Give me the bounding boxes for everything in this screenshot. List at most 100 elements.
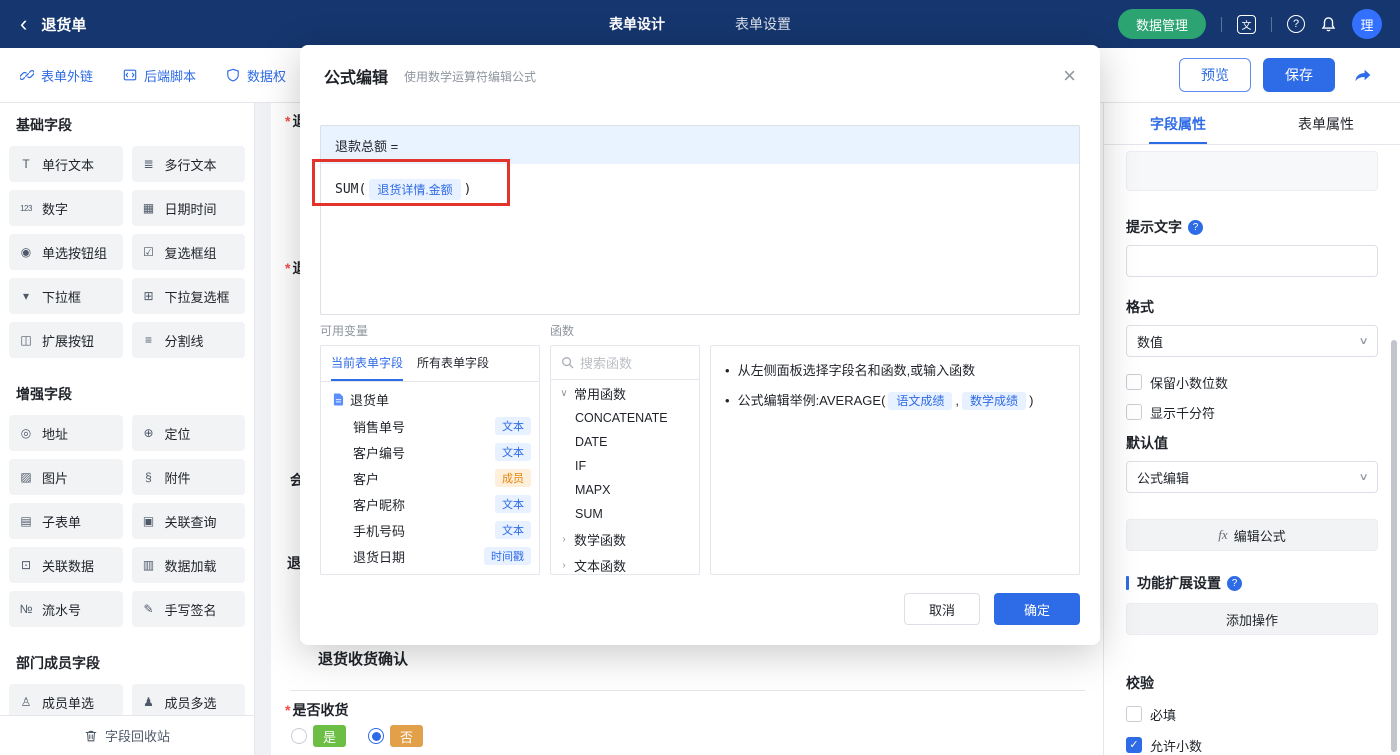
field-serial-number[interactable]: № 流水号 [9, 591, 123, 627]
function-group-common[interactable]: ∨ 常用函数 [551, 380, 699, 406]
option-no-tag[interactable]: 否 [390, 725, 424, 747]
confirm-button[interactable]: 确定 [994, 593, 1080, 625]
edit-formula-button[interactable]: fx 编辑公式 [1126, 519, 1378, 551]
data-load-icon: ▥ [142, 558, 155, 572]
variable-row[interactable]: 客户 成员 [321, 465, 539, 491]
field-number[interactable]: 123 数字 [9, 190, 123, 226]
field-subform[interactable]: ▤ 子表单 [9, 503, 123, 539]
field-data-load[interactable]: ▥ 数据加载 [131, 547, 245, 583]
chevron-down-icon: ∨ [1358, 335, 1369, 347]
add-action-button[interactable]: 添加操作 [1126, 603, 1378, 635]
variable-row[interactable]: 客户编号 文本 [321, 439, 539, 465]
variable-row[interactable]: 手机号码 文本 [321, 517, 539, 543]
function-item[interactable]: DATE [551, 430, 699, 454]
group-label: 常用函数 [574, 386, 627, 402]
tab-current-form-fields[interactable]: 当前表单字段 [331, 346, 404, 381]
field-select[interactable]: ▾ 下拉框 [9, 278, 123, 314]
format-select[interactable]: 数值 ∨ [1126, 325, 1378, 357]
help-tip-2: • 公式编辑举例:AVERAGE(语文成绩, 数学成绩) [725, 392, 1034, 410]
field-label: 关联查询 [164, 514, 217, 530]
function-item[interactable]: CONCATENATE [551, 406, 699, 430]
field-extend-button[interactable]: ◫ 扩展按钮 [9, 322, 123, 358]
field-location[interactable]: ⊕ 定位 [131, 415, 245, 451]
cancel-button[interactable]: 取消 [904, 593, 980, 625]
field-label: 手写签名 [164, 602, 217, 618]
tab-all-form-fields[interactable]: 所有表单字段 [417, 346, 489, 381]
hint-text-input[interactable] [1126, 245, 1378, 277]
default-value-select[interactable]: 公式编辑 ∨ [1126, 461, 1378, 493]
field-multi-select[interactable]: ⊞ 下拉复选框 [131, 278, 245, 314]
variable-row[interactable]: 退货日期 时间戳 [321, 543, 539, 569]
save-button[interactable]: 保存 [1263, 58, 1335, 92]
field-single-line-text[interactable]: T 单行文本 [9, 146, 123, 182]
field-radio-group[interactable]: ◉ 单选按钮组 [9, 234, 123, 270]
field-checkbox-group[interactable]: ☑ 复选框组 [131, 234, 245, 270]
keep-decimal-checkbox[interactable] [1126, 374, 1142, 390]
bell-icon[interactable] [1320, 16, 1337, 33]
function-group-math[interactable]: › 数学函数 [551, 526, 699, 552]
help-icon[interactable]: ? [1227, 575, 1242, 591]
field-label: 附件 [164, 470, 191, 486]
field-address[interactable]: ◎ 地址 [9, 415, 123, 451]
field-attachment[interactable]: § 附件 [131, 459, 245, 495]
tab-field-properties[interactable]: 字段属性 [1104, 103, 1252, 144]
close-icon[interactable]: × [1063, 65, 1076, 87]
field-linked-data[interactable]: ⊡ 关联数据 [9, 547, 123, 583]
field-name-box[interactable] [1126, 151, 1378, 191]
field-label: 日期时间 [164, 201, 217, 217]
format-label: 格式 [1126, 299, 1154, 315]
field-label: 分割线 [164, 333, 204, 349]
dialog-title: 公式编辑 [324, 70, 389, 87]
tab-form-settings[interactable]: 表单设置 [735, 14, 791, 34]
field-multi-line-text[interactable]: ≣ 多行文本 [131, 146, 245, 182]
type-badge: 成员 [495, 469, 531, 487]
field-label: 数字 [42, 201, 69, 217]
required-checkbox[interactable] [1126, 706, 1142, 722]
single-line-text-icon: T [22, 157, 30, 171]
allow-decimal-checkbox[interactable] [1126, 737, 1142, 753]
share-icon[interactable] [1353, 67, 1372, 84]
document-icon [333, 393, 344, 406]
data-permission[interactable]: 数据权 [226, 66, 286, 85]
tab-form-properties[interactable]: 表单属性 [1252, 103, 1400, 144]
backend-script[interactable]: 后端脚本 [123, 66, 196, 85]
variable-row[interactable]: 销售单号 文本 [321, 413, 539, 439]
field-image[interactable]: ▨ 图片 [9, 459, 123, 495]
variable-row[interactable]: 客户昵称 文本 [321, 491, 539, 517]
thousand-separator-checkbox[interactable] [1126, 404, 1142, 420]
function-item[interactable]: MAPX [551, 478, 699, 502]
tree-root-form[interactable]: 退货单 [321, 382, 539, 413]
attachment-icon: § [145, 470, 152, 484]
form-external-link[interactable]: 表单外链 [20, 66, 93, 85]
vertical-scrollbar[interactable] [1391, 340, 1397, 752]
extension-settings-label: 功能扩展设置 ? [1126, 573, 1378, 593]
help-icon[interactable]: ? [1287, 15, 1305, 33]
avatar[interactable]: 理 [1352, 9, 1382, 39]
function-item[interactable]: SUM [551, 502, 699, 526]
function-group-text[interactable]: › 文本函数 [551, 552, 699, 574]
field-divider[interactable]: ≡ 分割线 [131, 322, 245, 358]
formula-editor[interactable]: 退款总额 = SUM( 退货详情.金额 ) [320, 125, 1080, 315]
tab-label: 字段属性 [1150, 115, 1206, 132]
formula-expression[interactable]: SUM( 退货详情.金额 ) [321, 164, 1079, 215]
radio-yes[interactable] [291, 728, 307, 744]
tab-form-design[interactable]: 表单设计 [609, 14, 665, 34]
back-icon[interactable]: ‹ [20, 13, 27, 35]
variables-label: 可用变量 [320, 324, 369, 338]
field-label: 地址 [42, 426, 69, 442]
data-manage-button[interactable]: 数据管理 [1117, 9, 1206, 39]
field-reference-tag[interactable]: 退货详情.金额 [369, 179, 461, 200]
option-yes-tag[interactable]: 是 [313, 725, 347, 747]
preview-button[interactable]: 预览 [1179, 58, 1251, 92]
field-lookup[interactable]: ▣ 关联查询 [131, 503, 245, 539]
field-datetime[interactable]: ▦ 日期时间 [131, 190, 245, 226]
recycle-label: 字段回收站 [104, 729, 170, 744]
radio-no[interactable] [368, 728, 385, 744]
language-icon[interactable]: 文 [1237, 14, 1256, 34]
function-search-input[interactable]: 搜索函数 [551, 346, 699, 380]
help-icon[interactable]: ? [1188, 219, 1203, 235]
field-signature[interactable]: ✎ 手写签名 [131, 591, 245, 627]
function-item[interactable]: IF [551, 454, 699, 478]
field-recycle-bin[interactable]: 字段回收站 [0, 715, 254, 755]
fx-icon: fx [1218, 527, 1228, 542]
